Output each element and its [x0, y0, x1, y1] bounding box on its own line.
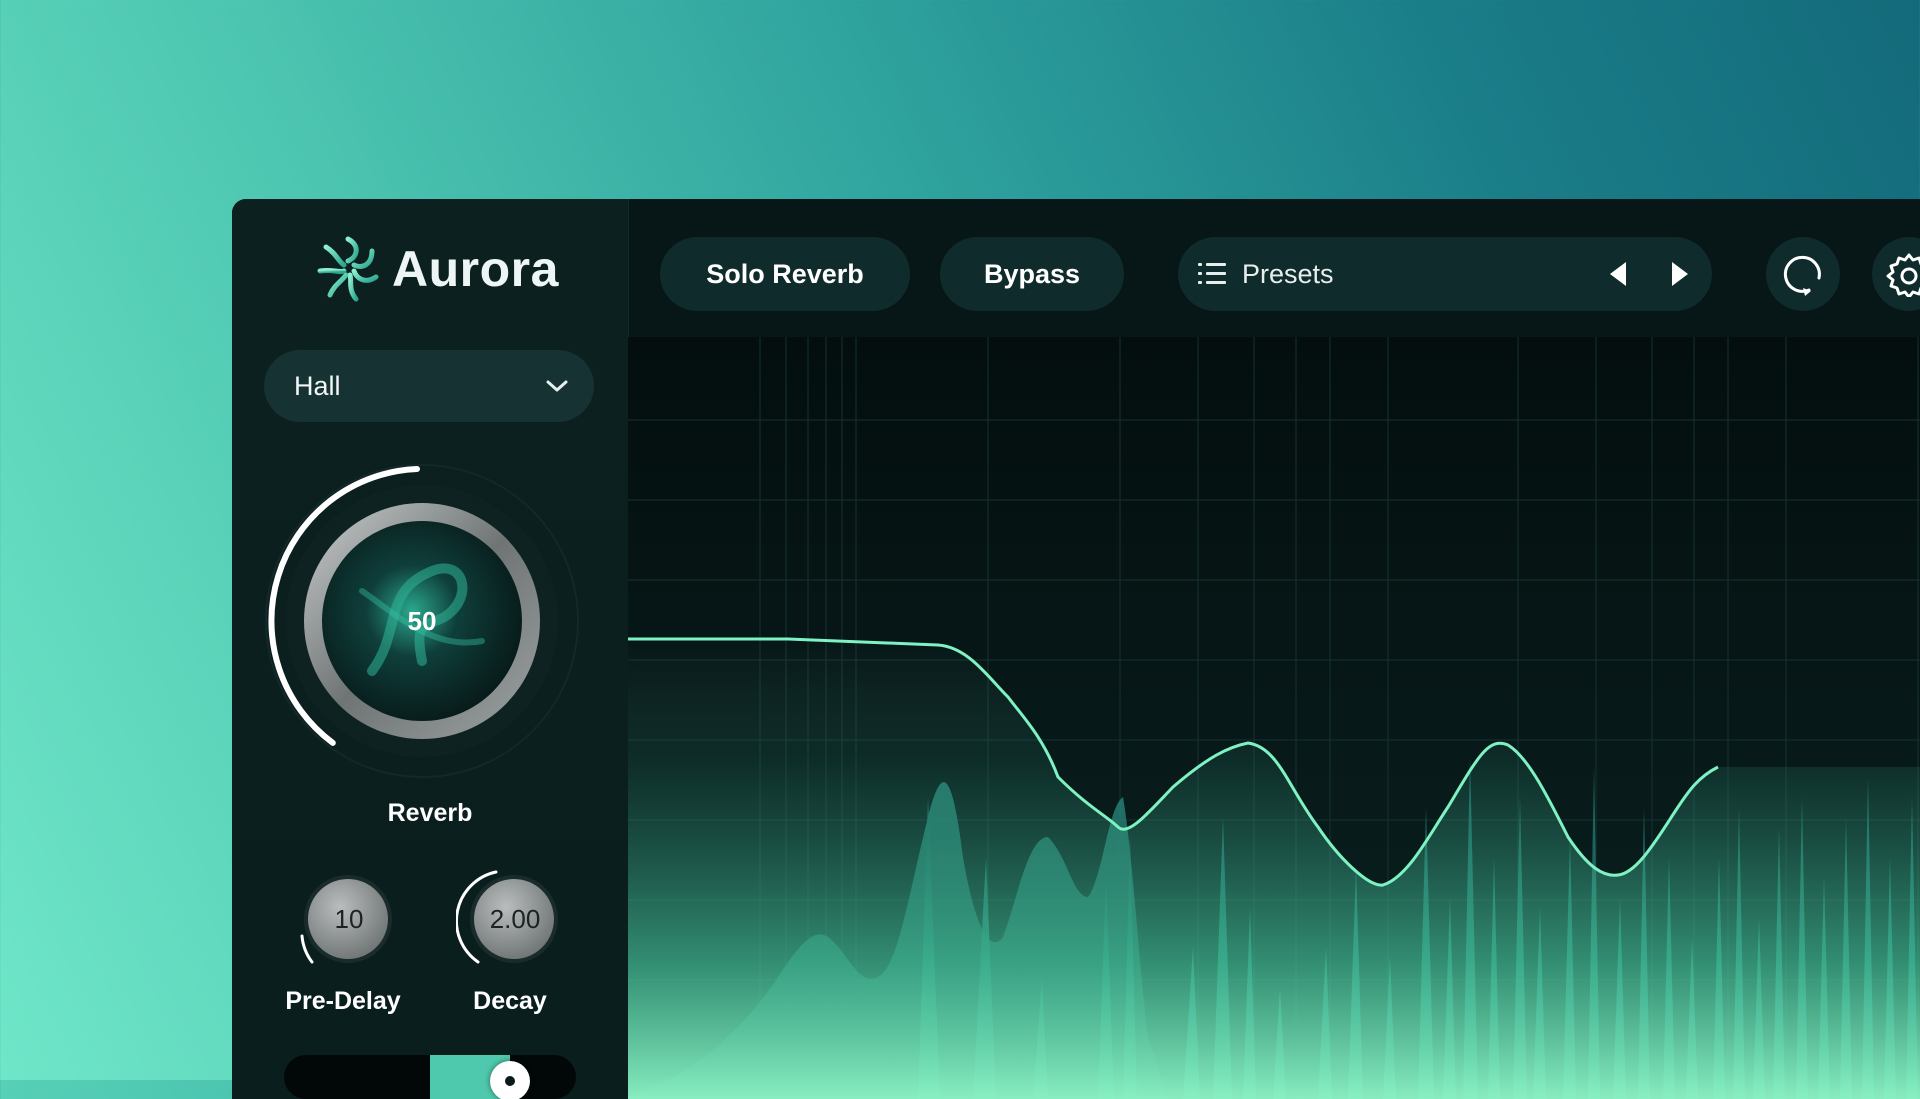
presets-bar[interactable]: Presets	[1178, 237, 1712, 311]
analyzer-graph	[628, 337, 1920, 1099]
settings-button[interactable]	[1872, 237, 1920, 311]
app-logo: Aurora	[310, 231, 559, 307]
loop-icon	[1783, 255, 1821, 296]
prev-preset-icon[interactable]	[1606, 260, 1630, 288]
mode-select-value: Hall	[294, 370, 341, 401]
loop-button[interactable]	[1766, 237, 1840, 311]
mix-slider-thumb[interactable]	[490, 1061, 530, 1099]
frequency-analyzer[interactable]	[628, 337, 1920, 1099]
solo-reverb-button[interactable]: Solo Reverb	[660, 237, 910, 311]
reverb-knob-label: Reverb	[387, 799, 473, 827]
decay-value: 2.00	[489, 903, 541, 934]
chevron-down-icon	[546, 380, 568, 392]
mix-slider[interactable]	[284, 1055, 576, 1099]
decay-knob[interactable]: 2.00	[454, 864, 566, 974]
predelay-label: Pre-Delay	[285, 987, 401, 1015]
sidebar: Aurora Hall 50 Reverb 10 Pre-Delay 2.00 …	[232, 199, 629, 1099]
reverb-mode-select[interactable]: Hall	[264, 350, 594, 422]
reverb-knob-value: 50	[407, 605, 437, 636]
bypass-button[interactable]: Bypass	[940, 237, 1124, 311]
plugin-window: Aurora Hall 50 Reverb 10 Pre-Delay 2.00 …	[232, 199, 1920, 1099]
gear-icon	[1886, 253, 1920, 297]
next-preset-icon[interactable]	[1668, 260, 1692, 288]
predelay-knob[interactable]: 10	[290, 864, 400, 974]
reverb-knob[interactable]: 50	[262, 461, 582, 781]
predelay-value: 10	[334, 903, 364, 934]
list-icon	[1198, 263, 1226, 284]
presets-label: Presets	[1242, 259, 1334, 289]
decay-label: Decay	[473, 987, 547, 1015]
app-name: Aurora	[392, 241, 559, 297]
aurora-logo-icon	[317, 236, 379, 302]
